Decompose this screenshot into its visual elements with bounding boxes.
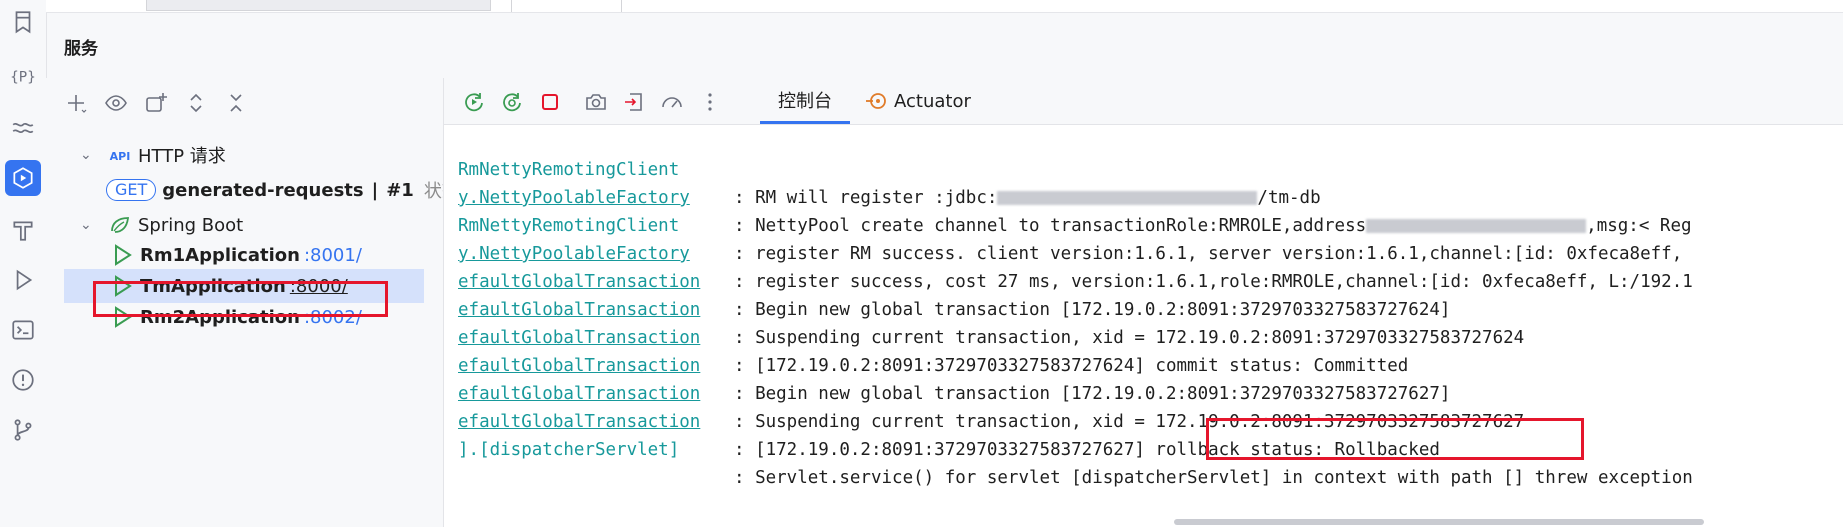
- tree-toolbar: [62, 88, 250, 118]
- app-port-link[interactable]: :8000/: [290, 276, 348, 297]
- add-icon[interactable]: [62, 89, 90, 117]
- divider: [621, 0, 622, 12]
- log-line: RmNettyRemotingClient : register RM succ…: [458, 184, 1843, 264]
- chevron-down-icon[interactable]: ⌄: [80, 217, 98, 233]
- tree-group-spring-boot[interactable]: ⌄ Spring Boot: [66, 208, 443, 242]
- tab-label: Actuator: [894, 90, 971, 112]
- structure-icon[interactable]: {P}: [5, 58, 41, 94]
- svg-text:API: API: [110, 150, 131, 163]
- request-run-id: #1: [386, 179, 414, 201]
- tree-item-http-request[interactable]: GET generated-requests | #1 状态: [106, 173, 443, 207]
- dashboard-icon[interactable]: [658, 88, 686, 116]
- console-toolbar: 控制台 Actuator: [444, 78, 1843, 125]
- console-pane: 控制台 Actuator RmNettyRemotingClient : RM …: [444, 78, 1843, 527]
- app-name: Rm2Application: [140, 306, 300, 328]
- app-port-link[interactable]: :8001/: [304, 245, 362, 266]
- log-line: y.NettyPoolableFactory : NettyPool creat…: [458, 156, 1843, 236]
- tree-item-app-selected[interactable]: TmApplication :8000/: [64, 269, 424, 303]
- log-message: : Servlet.service() for servlet [dispatc…: [734, 468, 1693, 488]
- log-line: efaultGlobalTransaction : Begin new glob…: [458, 324, 1843, 404]
- run-icon[interactable]: [5, 262, 41, 298]
- new-group-icon[interactable]: [142, 89, 170, 117]
- more-icon[interactable]: [696, 88, 724, 116]
- run-icon: [110, 243, 134, 267]
- tab-console[interactable]: 控制台: [760, 78, 850, 124]
- run-icon: [110, 274, 134, 298]
- app-name: Rm1Application: [140, 244, 300, 266]
- api-icon: API: [108, 143, 132, 167]
- http-method-badge: GET: [106, 179, 157, 201]
- eye-icon[interactable]: [102, 89, 130, 117]
- services-icon[interactable]: [5, 160, 41, 196]
- app-port-link[interactable]: :8002/: [304, 307, 362, 328]
- divider: [511, 0, 512, 12]
- tree-item-app[interactable]: Rm1Application :8001/: [110, 238, 443, 272]
- terminal-icon[interactable]: [5, 312, 41, 348]
- run-icon: [110, 305, 134, 329]
- log-source: ].[dispatcherServlet]: [458, 440, 680, 460]
- tool-window-strip: {P}: [0, 0, 47, 527]
- request-status: 状态: [423, 181, 443, 202]
- tree-group-label: HTTP 请求: [138, 146, 226, 167]
- chevron-down-icon[interactable]: ⌄: [80, 147, 98, 163]
- camera-icon[interactable]: [582, 88, 610, 116]
- expand-all-icon[interactable]: [182, 89, 210, 117]
- collapse-all-icon[interactable]: [222, 89, 250, 117]
- log-line: efaultGlobalTransaction : [172.19.0.2:80…: [458, 380, 1843, 460]
- git-icon[interactable]: [5, 412, 41, 448]
- log-line: RmNettyRemotingClient : RM will register…: [458, 128, 1843, 208]
- tab-label: 控制台: [778, 90, 832, 112]
- debug-rerun-icon[interactable]: [498, 88, 526, 116]
- log-line: efaultGlobalTransaction : [172.19.0.2:80…: [458, 296, 1843, 376]
- export-icon[interactable]: [620, 88, 648, 116]
- build-icon[interactable]: [5, 212, 41, 248]
- rerun-icon[interactable]: [460, 88, 488, 116]
- request-separator: |: [371, 179, 379, 201]
- tab-actuator[interactable]: Actuator: [864, 78, 971, 124]
- problems-icon[interactable]: [5, 362, 41, 398]
- endpoints-icon[interactable]: [5, 110, 41, 146]
- panel-title: 服务: [64, 39, 98, 59]
- console-output: RmNettyRemotingClient : RM will register…: [458, 128, 1843, 488]
- log-line: efaultGlobalTransaction : Begin new glob…: [458, 240, 1843, 320]
- log-line: efaultGlobalTransaction : Suspending cur…: [458, 268, 1843, 348]
- stop-icon[interactable]: [536, 88, 564, 116]
- tree-item-app[interactable]: Rm2Application :8002/: [110, 300, 443, 334]
- editor-top-remnant: [46, 0, 1843, 13]
- log-line: ].[dispatcherServlet] : Servlet.service(…: [458, 408, 1843, 488]
- project-tree-remnant: [146, 0, 491, 11]
- spring-boot-icon: [108, 213, 132, 237]
- log-line: efaultGlobalTransaction : Suspending cur…: [458, 352, 1843, 432]
- tree-group-label: Spring Boot: [138, 214, 244, 236]
- log-line: y.NettyPoolableFactory : register succes…: [458, 212, 1843, 292]
- horizontal-scrollbar[interactable]: [1174, 519, 1704, 525]
- app-name: TmApplication: [140, 275, 286, 297]
- tree-group-http[interactable]: ⌄ API HTTP 请求: [66, 138, 443, 172]
- services-tree-pane: ⌄ API HTTP 请求 GET generated-requests | #…: [46, 78, 444, 527]
- log-message: : [172.19.0.2:8091:3729703327583727627] …: [734, 440, 1440, 460]
- request-name: generated-requests: [162, 179, 364, 201]
- actuator-icon: [864, 89, 888, 113]
- bookmark-icon[interactable]: [5, 4, 41, 40]
- svg-text:{P}: {P}: [10, 69, 35, 85]
